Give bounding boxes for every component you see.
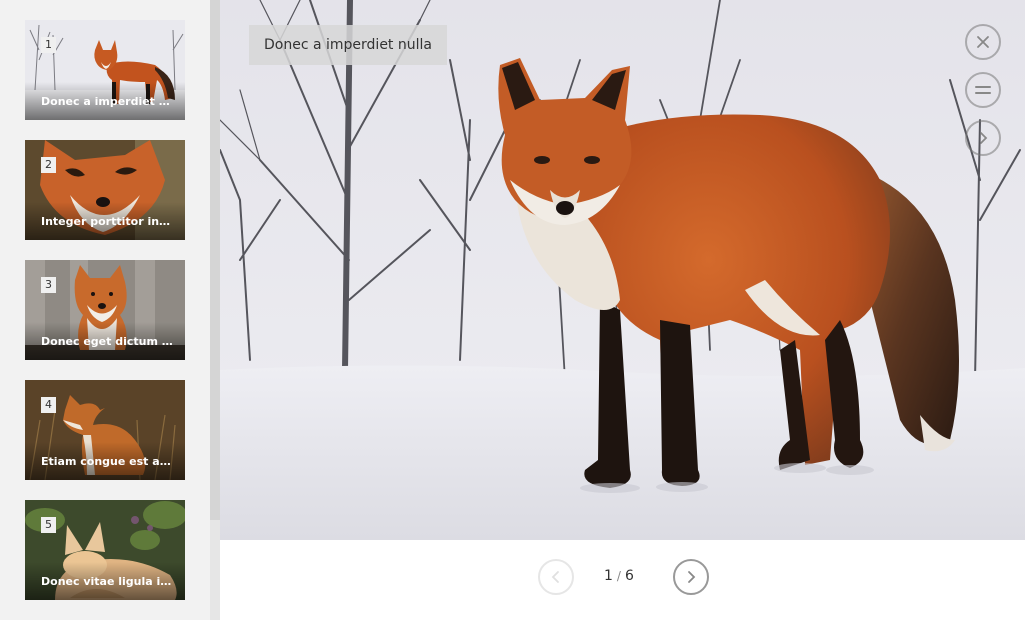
previous-button[interactable] [538, 559, 574, 595]
thumbnail-1-caption: Donec a imperdiet nu... [25, 82, 185, 120]
sidebar-scrollbar-thumb[interactable] [210, 0, 220, 520]
thumbnail-5-caption-text: Donec vitae ligula id ... [41, 575, 173, 588]
thumbnail-5-caption: Donec vitae ligula id ... [25, 562, 185, 600]
next-image-button-top[interactable] [965, 120, 1001, 156]
thumbnail-3-number: 3 [41, 277, 56, 293]
thumbnail-5[interactable]: 5 Donec vitae ligula id ... [25, 500, 185, 600]
thumbnail-5-number: 5 [41, 517, 56, 533]
thumbnail-3-caption-text: Donec eget dictum nisi [41, 335, 173, 348]
thumbnail-4-caption-text: Etiam congue est a cu... [41, 455, 173, 468]
page-separator: / [616, 569, 621, 583]
thumbnail-3-caption: Donec eget dictum nisi [25, 322, 185, 360]
page-current: 1 [604, 568, 613, 584]
thumbnail-2-caption: Integer porttitor inter... [25, 202, 185, 240]
thumbnail-4[interactable]: 4 Etiam congue est a cu... [25, 380, 185, 480]
image-viewer[interactable]: Donec a imperdiet nulla [220, 0, 1025, 540]
thumbnail-1-caption-text: Donec a imperdiet nu... [41, 95, 173, 108]
thumbnail-4-number: 4 [41, 397, 56, 413]
thumbnail-4-caption: Etiam congue est a cu... [25, 442, 185, 480]
image-title: Donec a imperdiet nulla [249, 25, 447, 65]
page-counter: 1/6 [604, 568, 634, 584]
main-image [220, 0, 1025, 540]
thumbnail-1-number: 1 [41, 37, 56, 53]
menu-icon [975, 86, 991, 94]
next-button[interactable] [673, 559, 709, 595]
thumbnail-1[interactable]: 1 Donec a imperdiet nu... [25, 20, 185, 120]
thumbnails-toggle-button[interactable] [965, 72, 1001, 108]
thumbnail-2[interactable]: 2 Integer porttitor inter... [25, 140, 185, 240]
thumbnail-sidebar: 1 Donec a imperdiet nu... 2 Integer port… [0, 0, 210, 620]
close-icon [977, 36, 989, 48]
chevron-right-icon [688, 571, 696, 583]
thumbnail-2-number: 2 [41, 157, 56, 173]
thumbnail-3[interactable]: 3 Donec eget dictum nisi [25, 260, 185, 360]
sidebar-scrollbar[interactable] [210, 0, 220, 620]
close-button[interactable] [965, 24, 1001, 60]
pagination-bar: 1/6 [220, 540, 1025, 620]
chevron-left-icon [551, 571, 559, 583]
chevron-right-icon [980, 132, 988, 144]
page-total: 6 [624, 568, 634, 584]
thumbnail-2-caption-text: Integer porttitor inter... [41, 215, 173, 228]
